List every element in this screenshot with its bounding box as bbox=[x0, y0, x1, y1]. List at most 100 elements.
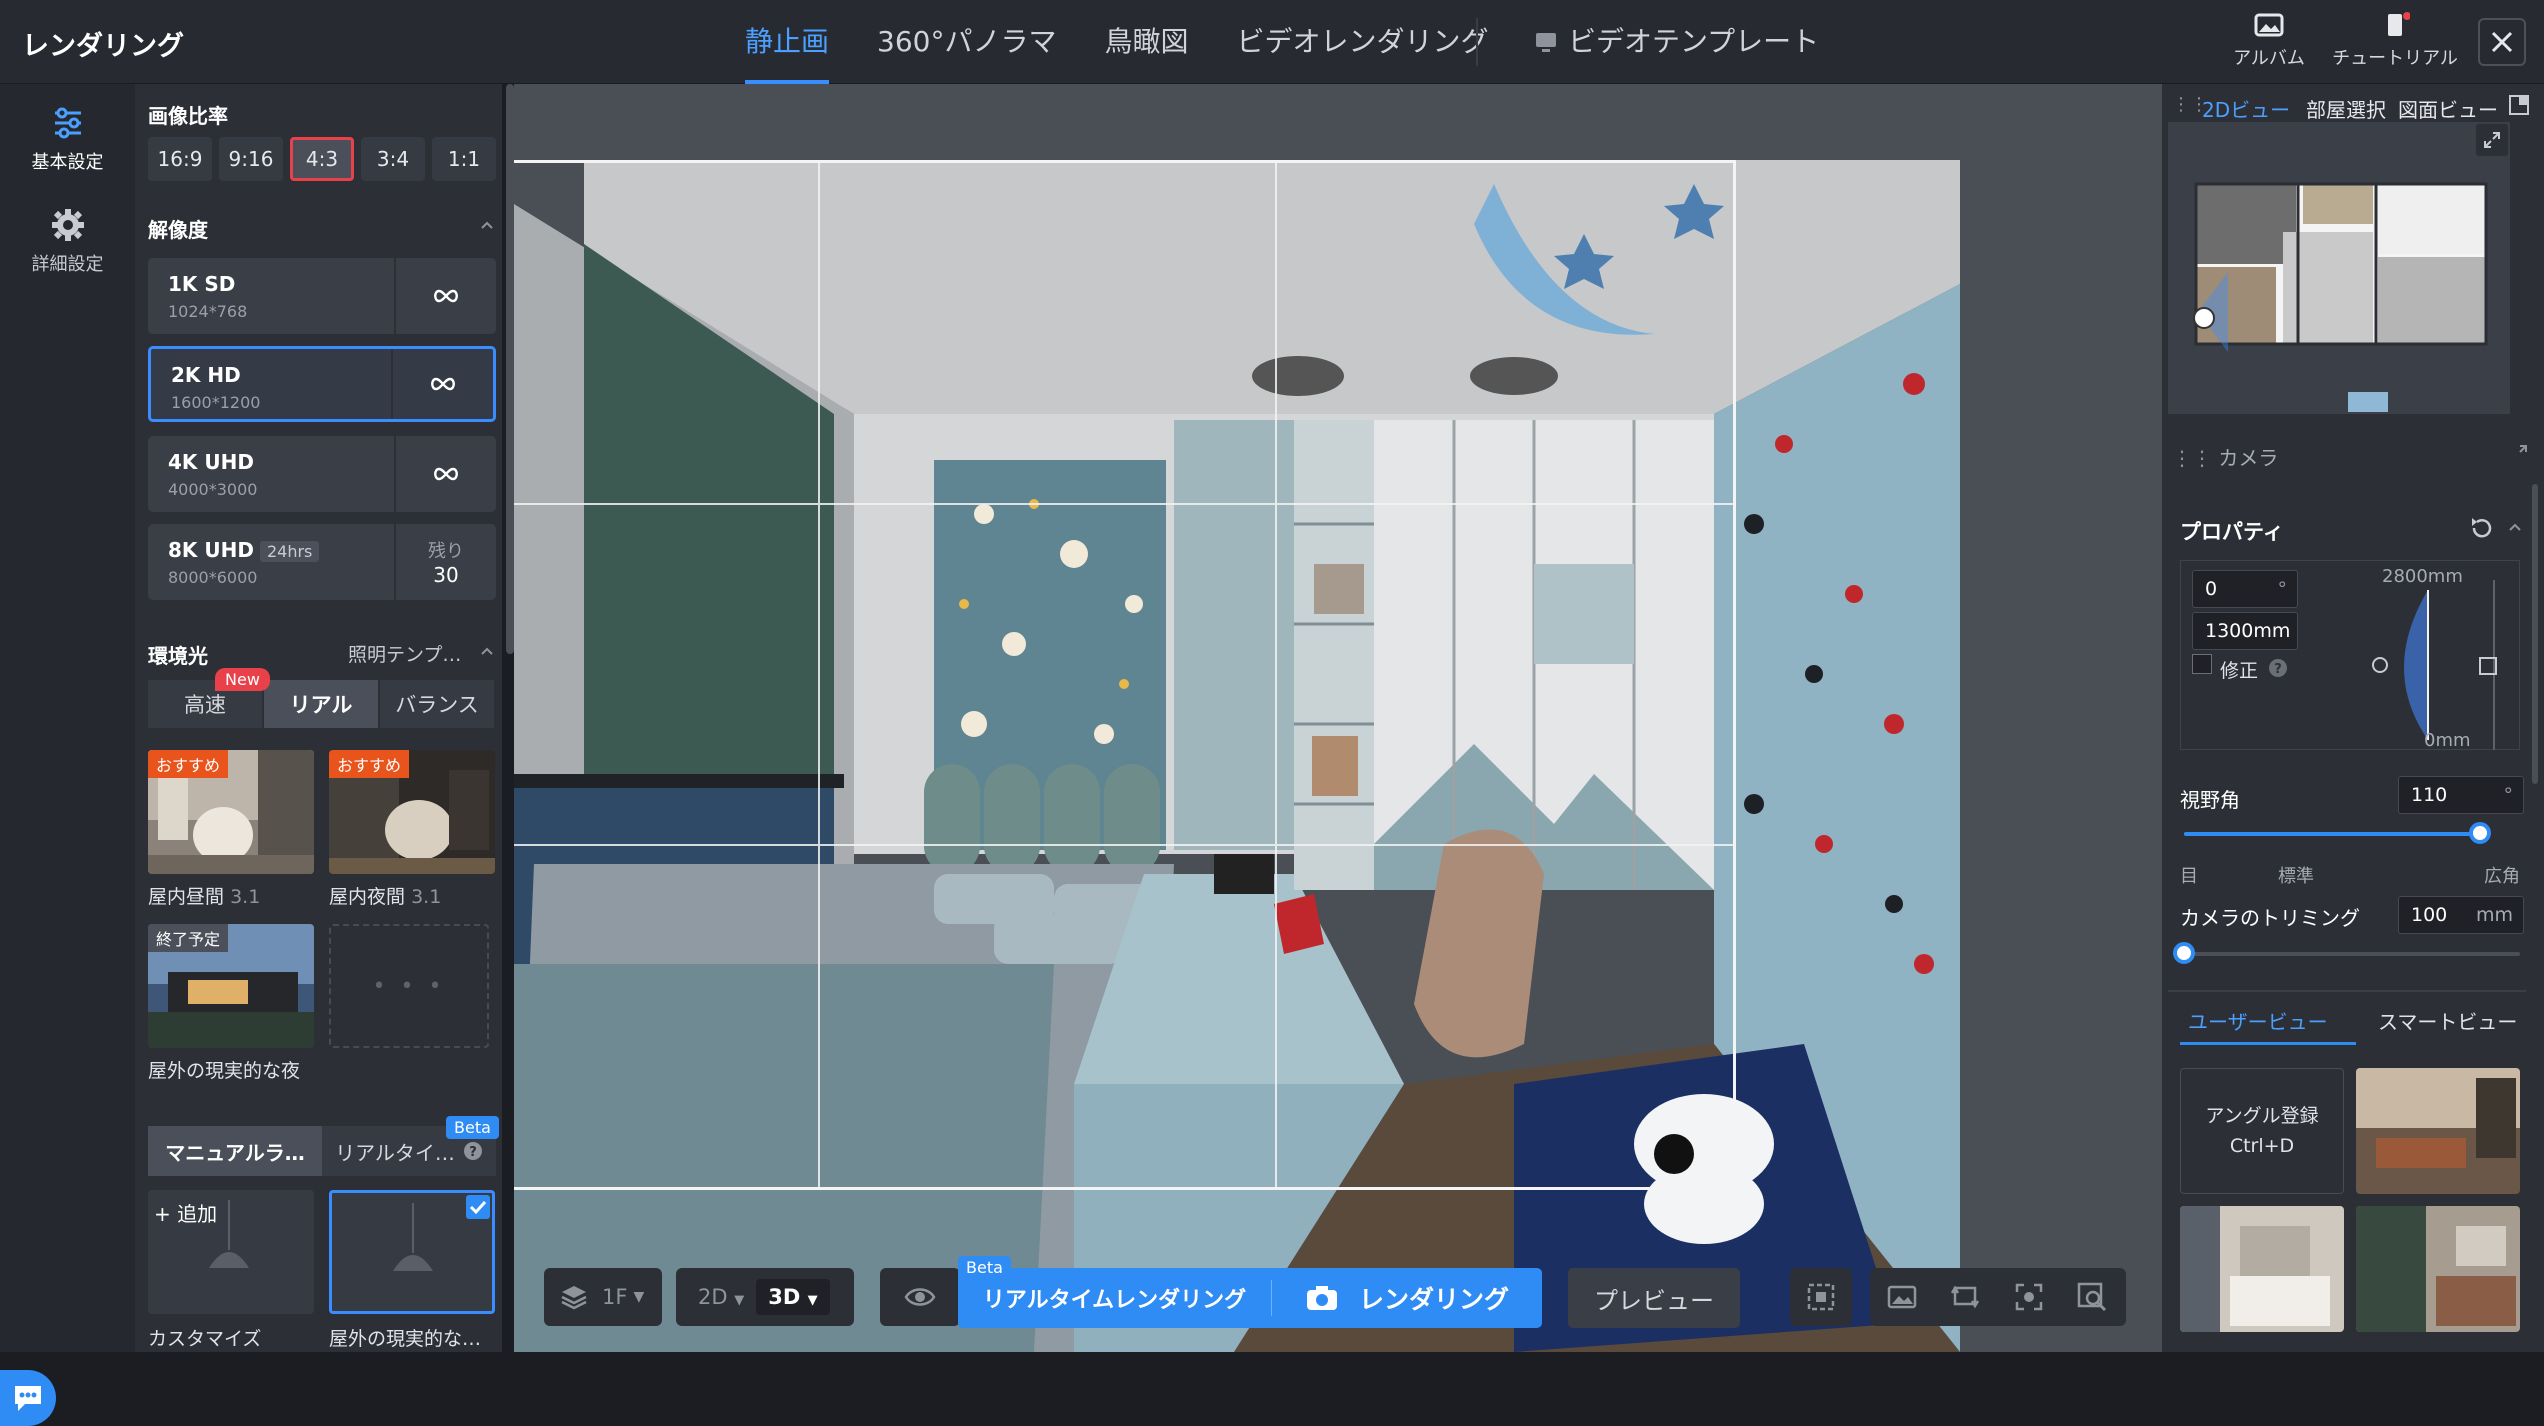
ratio-3-4[interactable]: 3:4 bbox=[361, 137, 425, 181]
add-lamp-card[interactable]: + 追加 bbox=[148, 1190, 314, 1314]
tab-room-select[interactable]: 部屋選択 bbox=[2306, 94, 2386, 123]
preset-caption: 屋内昼間 3.1 bbox=[148, 882, 260, 909]
mode-real[interactable]: リアル bbox=[264, 680, 378, 728]
saved-view-thumb[interactable] bbox=[2180, 1206, 2344, 1332]
res-name-text: 8K UHD bbox=[168, 538, 254, 562]
expand-icon[interactable] bbox=[2476, 124, 2508, 156]
eye-icon bbox=[904, 1288, 936, 1306]
tab-video-rendering[interactable]: ビデオレンダリング bbox=[1236, 0, 1488, 84]
mode-manual-light[interactable]: マニュアルラ… bbox=[148, 1126, 322, 1176]
angle-input[interactable]: 0 ° bbox=[2192, 570, 2298, 608]
tutorial-button[interactable]: チュートリアル bbox=[2330, 12, 2460, 70]
tab-2d-view[interactable]: 2Dビュー bbox=[2202, 94, 2290, 123]
reset-icon[interactable] bbox=[2468, 516, 2494, 540]
tab-video-template-label: ビデオテンプレート bbox=[1568, 25, 1820, 58]
ratio-9-16[interactable]: 9:16 bbox=[219, 137, 283, 181]
rendering-button[interactable]: レンダリング bbox=[1272, 1268, 1542, 1328]
lighting-template-link[interactable]: 照明テンプ… bbox=[348, 640, 461, 667]
preset-indoor-day[interactable]: おすすめ bbox=[148, 750, 314, 874]
camera-height-diagram bbox=[2372, 580, 2497, 750]
resolution-title: 解像度 bbox=[148, 218, 208, 242]
fov-input[interactable]: 110 ° bbox=[2398, 776, 2524, 814]
more-presets-placeholder[interactable]: • • • bbox=[329, 924, 489, 1048]
checkbox-checked-icon bbox=[466, 1195, 490, 1219]
fov-slider-knob[interactable] bbox=[2469, 822, 2491, 844]
light-quality-segments: 高速 リアル バランス bbox=[148, 680, 496, 728]
region-select-button[interactable] bbox=[1790, 1268, 1852, 1326]
remaining-count: 残り 30 bbox=[394, 524, 496, 600]
saved-view-thumb[interactable] bbox=[2356, 1206, 2520, 1332]
trim-slider[interactable] bbox=[2184, 952, 2520, 956]
duration-badge: 24hrs bbox=[259, 541, 320, 562]
floor-label: 1F bbox=[602, 1285, 628, 1309]
nav-basic-settings[interactable]: 基本設定 bbox=[0, 106, 135, 174]
correction-checkbox[interactable] bbox=[2192, 654, 2212, 674]
res-name: 2K HD bbox=[171, 363, 241, 387]
help-icon[interactable]: ? bbox=[463, 1141, 483, 1161]
tab-video-template[interactable]: ビデオテンプレート bbox=[1534, 0, 1819, 84]
view-2d-button[interactable]: 2D ▼ bbox=[686, 1285, 756, 1309]
app-title: レンダリング bbox=[22, 31, 184, 62]
tab-birds-eye[interactable]: 鳥瞰図 bbox=[1104, 0, 1188, 84]
zoom-search-icon[interactable] bbox=[2077, 1282, 2109, 1312]
beta-badge: Beta bbox=[958, 1256, 1011, 1279]
trim-input[interactable]: 100 mm bbox=[2398, 896, 2524, 934]
nav-advanced-settings[interactable]: 詳細設定 bbox=[0, 208, 135, 276]
fov-slider-fill bbox=[2184, 832, 2480, 836]
pendant-lamp-icon bbox=[393, 1203, 433, 1271]
close-button[interactable] bbox=[2478, 18, 2526, 66]
tab-drawing-view[interactable]: 図面ビュー bbox=[2398, 94, 2498, 123]
popout-icon[interactable] bbox=[2508, 94, 2530, 116]
divider bbox=[2168, 990, 2526, 992]
ratio-title: 画像比率 bbox=[148, 104, 228, 128]
collapse-icon[interactable] bbox=[480, 220, 494, 230]
render-actions: リアルタイムレンダリング レンダリング bbox=[958, 1268, 1542, 1328]
resolution-8k[interactable]: 8K UHD 24hrs 8000*6000 残り 30 bbox=[148, 524, 496, 600]
expand-icon[interactable] bbox=[2510, 444, 2528, 462]
ratio-1-1[interactable]: 1:1 bbox=[432, 137, 496, 181]
ratio-4-3[interactable]: 4:3 bbox=[290, 137, 354, 181]
render-viewport[interactable] bbox=[514, 84, 2162, 1352]
left-nav: 基本設定 詳細設定 bbox=[0, 84, 135, 1426]
chat-support-button[interactable] bbox=[0, 1370, 56, 1426]
image-icon[interactable] bbox=[1887, 1284, 1917, 1310]
floorplan-minimap[interactable] bbox=[2168, 122, 2510, 414]
height-input[interactable]: 1300mm bbox=[2192, 612, 2298, 650]
tab-smart-view[interactable]: スマートビュー bbox=[2378, 1006, 2517, 1035]
register-angle-card[interactable]: アングル登録 Ctrl+D bbox=[2180, 1068, 2344, 1194]
fov-slider[interactable] bbox=[2184, 832, 2480, 836]
panel-scrollbar[interactable] bbox=[506, 84, 514, 654]
preset-version: 3.1 bbox=[230, 886, 261, 908]
right-panel-scrollbar[interactable] bbox=[2532, 484, 2538, 784]
trim-slider-knob[interactable] bbox=[2173, 942, 2195, 964]
ratio-16-9[interactable]: 16:9 bbox=[148, 137, 212, 181]
floor-selector[interactable]: 1F ▼ bbox=[544, 1268, 662, 1326]
res-size: 1024*768 bbox=[168, 302, 248, 321]
gear-icon bbox=[51, 209, 84, 241]
mode-balance[interactable]: バランス bbox=[380, 680, 494, 728]
preview-button[interactable]: プレビュー bbox=[1568, 1268, 1740, 1328]
help-icon[interactable]: ? bbox=[2268, 658, 2288, 678]
collapse-icon[interactable] bbox=[480, 646, 494, 656]
focus-icon[interactable] bbox=[2014, 1282, 2044, 1312]
saved-view-thumb[interactable] bbox=[2356, 1068, 2520, 1194]
view-3d-button[interactable]: 3D ▼ bbox=[756, 1279, 830, 1315]
resolution-1k[interactable]: 1K SD 1024*768 bbox=[148, 258, 496, 334]
remaining-value: 30 bbox=[433, 563, 459, 587]
preset-indoor-night[interactable]: おすすめ bbox=[329, 750, 495, 874]
preset-outdoor-night[interactable]: 終了予定 bbox=[148, 924, 314, 1048]
collapse-icon[interactable] bbox=[2508, 522, 2522, 532]
sync-view-icon[interactable] bbox=[1950, 1283, 1980, 1311]
angle-value: 0 bbox=[2205, 578, 2218, 600]
chevron-down-icon: ▼ bbox=[633, 1289, 645, 1305]
outdoor-lamp-card[interactable] bbox=[329, 1190, 495, 1314]
album-button[interactable]: アルバム bbox=[2232, 12, 2306, 70]
resolution-4k[interactable]: 4K UHD 4000*3000 bbox=[148, 436, 496, 512]
visibility-toggle[interactable] bbox=[880, 1268, 960, 1326]
tab-user-view[interactable]: ユーザービュー bbox=[2188, 1006, 2328, 1035]
monitor-icon bbox=[1536, 33, 1556, 52]
ratio-options: 16:9 9:16 4:3 3:4 1:1 bbox=[148, 137, 503, 181]
tab-360-panorama[interactable]: 360°パノラマ bbox=[877, 0, 1056, 84]
tab-still-image[interactable]: 静止画 bbox=[745, 0, 830, 84]
resolution-2k[interactable]: 2K HD 1600*1200 bbox=[148, 346, 496, 422]
